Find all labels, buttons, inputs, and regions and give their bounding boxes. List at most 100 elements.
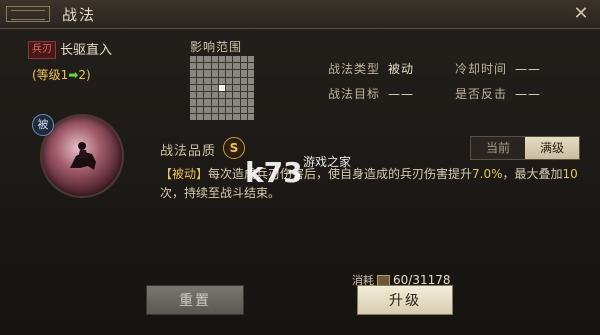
range-cell xyxy=(204,77,211,84)
title-ornament xyxy=(6,6,50,22)
range-cell xyxy=(190,56,197,63)
range-cell xyxy=(190,70,197,77)
range-cell xyxy=(218,113,226,120)
range-cell xyxy=(204,113,211,120)
range-cell xyxy=(211,56,218,63)
range-cell xyxy=(204,84,211,92)
range-cell xyxy=(240,106,247,113)
range-cell xyxy=(197,92,204,99)
tab-max-level[interactable]: 满级 xyxy=(525,137,579,159)
info-cooldown-label: 冷却时间 xyxy=(455,62,508,76)
range-cell xyxy=(247,56,254,63)
range-cell xyxy=(211,84,218,92)
desc-value-2: 10 xyxy=(562,167,578,181)
info-type: 战法类型 被动 xyxy=(328,60,414,77)
range-cell xyxy=(218,99,226,106)
range-cell xyxy=(247,70,254,77)
range-cell xyxy=(211,99,218,106)
upgrade-button[interactable]: 升级 xyxy=(357,285,453,315)
range-cell xyxy=(247,113,254,120)
range-cell xyxy=(197,113,204,120)
range-cell xyxy=(204,106,211,113)
range-cell xyxy=(190,106,197,113)
range-cell xyxy=(247,84,254,92)
range-cell xyxy=(233,99,240,106)
watermark-text: 游戏之家 xyxy=(303,155,352,169)
range-grid xyxy=(190,56,254,120)
range-cell xyxy=(226,92,233,99)
info-counter-label: 是否反击 xyxy=(455,87,508,101)
desc-keyword: 【被动】 xyxy=(160,167,209,181)
range-cell xyxy=(247,99,254,106)
range-cell xyxy=(226,77,233,84)
range-cell xyxy=(190,92,197,99)
level-arrow-icon: ➡ xyxy=(68,68,79,82)
range-cell xyxy=(240,92,247,99)
reset-button[interactable]: 重置 xyxy=(146,285,244,315)
range-cell xyxy=(197,106,204,113)
range-cell xyxy=(226,70,233,77)
quality-grade-badge: S xyxy=(223,137,245,159)
info-target: 战法目标 —— xyxy=(328,85,414,102)
range-cell xyxy=(190,77,197,84)
range-cell xyxy=(218,70,226,77)
range-cell xyxy=(240,84,247,92)
range-cell xyxy=(240,77,247,84)
level-indicator: (等级1➡2) xyxy=(32,66,91,83)
range-cell xyxy=(204,56,211,63)
passive-badge: 被 xyxy=(32,114,54,136)
watermark-logo: k73 xyxy=(245,156,303,189)
window-title: 战法 xyxy=(62,6,97,24)
range-cell xyxy=(233,84,240,92)
quality-label: 战法品质 xyxy=(160,144,217,159)
range-cell xyxy=(218,106,226,113)
range-cell xyxy=(226,56,233,63)
info-target-label: 战法目标 xyxy=(328,87,381,101)
range-cell xyxy=(240,63,247,70)
range-label: 影响范围 xyxy=(190,40,243,54)
range-cell xyxy=(247,92,254,99)
info-type-label: 战法类型 xyxy=(328,62,381,76)
tab-current[interactable]: 当前 xyxy=(471,137,525,159)
info-target-value: —— xyxy=(388,87,415,101)
range-cell xyxy=(218,77,226,84)
range-cell xyxy=(197,70,204,77)
range-cell xyxy=(226,63,233,70)
range-cell xyxy=(190,99,197,106)
category-tag: 兵刃 xyxy=(28,41,56,59)
range-cell xyxy=(218,92,226,99)
range-cell xyxy=(226,84,233,92)
range-cell xyxy=(197,77,204,84)
range-cell xyxy=(226,106,233,113)
range-cell xyxy=(233,92,240,99)
range-cell xyxy=(211,70,218,77)
range-cell-center xyxy=(218,84,226,92)
range-cell xyxy=(247,106,254,113)
range-cell xyxy=(190,113,197,120)
range-cell xyxy=(211,63,218,70)
range-cell xyxy=(211,106,218,113)
range-cell xyxy=(247,63,254,70)
range-cell xyxy=(190,84,197,92)
close-icon[interactable]: ✕ xyxy=(570,3,592,25)
tactic-window: 战法 ✕ 兵刃 长驱直入 (等级1➡2) 被 影响范围 战法类型 被动 冷却时间 —… xyxy=(0,0,600,335)
watermark: k73 游戏之家 xyxy=(245,150,365,195)
range-cell xyxy=(233,113,240,120)
range-cell xyxy=(197,99,204,106)
range-cell xyxy=(211,92,218,99)
rider-icon xyxy=(70,142,96,170)
range-cell xyxy=(226,113,233,120)
range-cell xyxy=(247,77,254,84)
range-cell xyxy=(226,99,233,106)
range-cell xyxy=(204,92,211,99)
range-cell xyxy=(233,56,240,63)
info-cooldown-value: —— xyxy=(515,62,542,76)
range-cell xyxy=(233,106,240,113)
range-cell xyxy=(211,113,218,120)
range-cell xyxy=(240,99,247,106)
range-cell xyxy=(197,84,204,92)
range-cell xyxy=(190,63,197,70)
range-cell xyxy=(218,56,226,63)
range-cell xyxy=(240,113,247,120)
desc-value-1: 7.0% xyxy=(472,167,503,181)
